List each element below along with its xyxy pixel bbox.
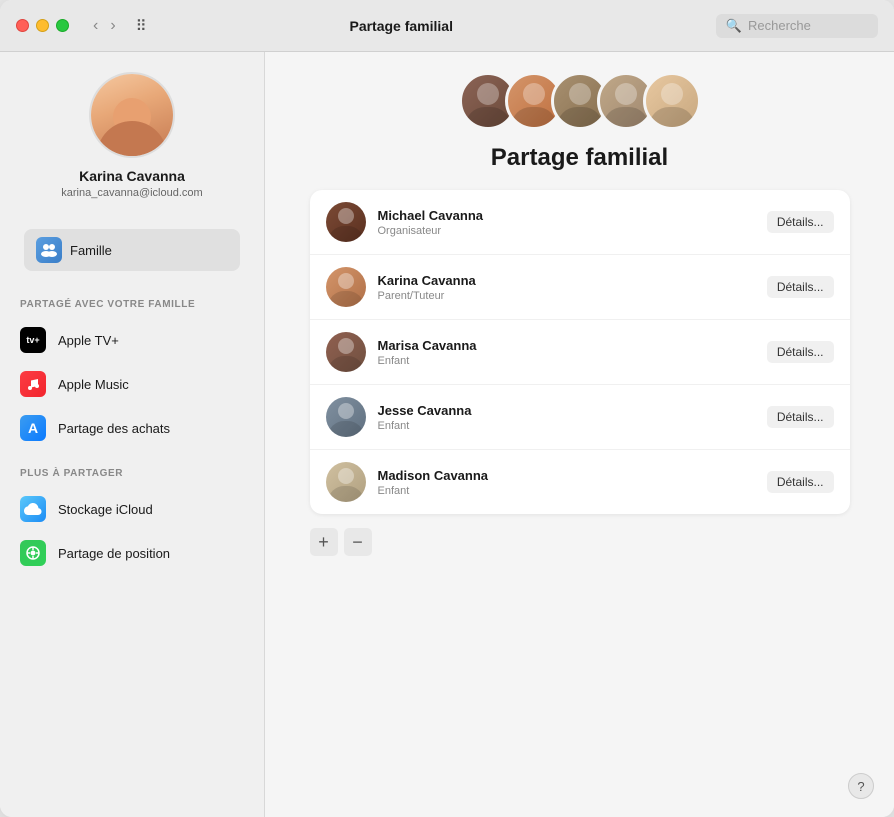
maximize-button[interactable]	[56, 19, 69, 32]
table-row: Michael Cavanna Organisateur Détails...	[310, 190, 850, 255]
member-info-2: Marisa Cavanna Enfant	[378, 338, 755, 367]
family-avatar-5	[643, 72, 701, 130]
profile-name: Karina Cavanna	[79, 168, 185, 184]
sidebar-item-icloud[interactable]: Stockage iCloud	[0, 487, 264, 531]
icloud-label: Stockage iCloud	[58, 502, 153, 517]
purchases-icon: A	[20, 415, 46, 441]
member-role-0: Organisateur	[378, 225, 755, 237]
details-button-2[interactable]: Détails...	[767, 341, 834, 363]
music-icon	[20, 371, 46, 397]
member-name-3: Jesse Cavanna	[378, 403, 755, 418]
member-avatar-2	[326, 332, 366, 372]
main-content: Karina Cavanna karina_cavanna@icloud.com…	[0, 52, 894, 817]
sidebar-item-appletv[interactable]: tv+ Apple TV+	[0, 318, 264, 362]
table-row: Marisa Cavanna Enfant Détails...	[310, 320, 850, 385]
icloud-icon	[20, 496, 46, 522]
content-wrapper: Partage familial Michael Cavanna Organis…	[265, 52, 894, 817]
location-label: Partage de position	[58, 546, 170, 561]
details-button-4[interactable]: Détails...	[767, 471, 834, 493]
members-list: Michael Cavanna Organisateur Détails... …	[310, 190, 850, 514]
sidebar-profile: Karina Cavanna karina_cavanna@icloud.com	[0, 72, 264, 219]
member-avatar-4	[326, 462, 366, 502]
search-input[interactable]	[748, 18, 868, 33]
sidebar-item-purchases[interactable]: A Partage des achats	[0, 406, 264, 450]
table-row: Jesse Cavanna Enfant Détails...	[310, 385, 850, 450]
member-avatar-0	[326, 202, 366, 242]
member-info-3: Jesse Cavanna Enfant	[378, 403, 755, 432]
add-member-button[interactable]: +	[310, 528, 338, 556]
details-button-0[interactable]: Détails...	[767, 211, 834, 233]
family-avatars	[459, 72, 701, 130]
avatar	[89, 72, 175, 158]
traffic-lights	[16, 19, 69, 32]
member-avatar-3	[326, 397, 366, 437]
member-name-0: Michael Cavanna	[378, 208, 755, 223]
famille-section: Famille	[0, 219, 264, 281]
member-name-4: Madison Cavanna	[378, 468, 755, 483]
purchases-label: Partage des achats	[58, 421, 170, 436]
titlebar: ‹ › ⠿ Partage familial 🔍	[0, 0, 894, 52]
member-role-3: Enfant	[378, 420, 755, 432]
more-section-header: PLUS À PARTAGER	[0, 450, 264, 487]
minimize-button[interactable]	[36, 19, 49, 32]
content-area: Partage familial Michael Cavanna Organis…	[265, 52, 894, 817]
bottom-controls: + −	[310, 528, 372, 556]
sidebar-item-music[interactable]: Apple Music	[0, 362, 264, 406]
member-role-4: Enfant	[378, 485, 755, 497]
member-info-1: Karina Cavanna Parent/Tuteur	[378, 273, 755, 302]
table-row: Madison Cavanna Enfant Détails...	[310, 450, 850, 514]
famille-icon	[36, 237, 62, 263]
famille-button[interactable]: Famille	[24, 229, 240, 271]
details-button-3[interactable]: Détails...	[767, 406, 834, 428]
profile-email: karina_cavanna@icloud.com	[61, 187, 202, 199]
table-row: Karina Cavanna Parent/Tuteur Détails...	[310, 255, 850, 320]
music-label: Apple Music	[58, 377, 129, 392]
close-button[interactable]	[16, 19, 29, 32]
member-name-1: Karina Cavanna	[378, 273, 755, 288]
appletv-label: Apple TV+	[58, 333, 119, 348]
remove-member-button[interactable]: −	[344, 528, 372, 556]
main-window: ‹ › ⠿ Partage familial 🔍 Karina Cavanna …	[0, 0, 894, 817]
member-avatar-1	[326, 267, 366, 307]
sidebar: Karina Cavanna karina_cavanna@icloud.com…	[0, 52, 265, 817]
help-button[interactable]: ?	[848, 773, 874, 799]
search-box: 🔍	[716, 14, 878, 38]
appletv-icon: tv+	[20, 327, 46, 353]
sidebar-item-location[interactable]: Partage de position	[0, 531, 264, 575]
location-icon	[20, 540, 46, 566]
member-info-0: Michael Cavanna Organisateur	[378, 208, 755, 237]
member-role-1: Parent/Tuteur	[378, 290, 755, 302]
page-title: Partage familial	[491, 144, 668, 172]
member-role-2: Enfant	[378, 355, 755, 367]
famille-label: Famille	[70, 243, 112, 258]
window-title: Partage familial	[99, 18, 704, 34]
member-name-2: Marisa Cavanna	[378, 338, 755, 353]
details-button-1[interactable]: Détails...	[767, 276, 834, 298]
shared-section-header: PARTAGÉ AVEC VOTRE FAMILLE	[0, 281, 264, 318]
member-info-4: Madison Cavanna Enfant	[378, 468, 755, 497]
search-icon: 🔍	[726, 18, 742, 34]
